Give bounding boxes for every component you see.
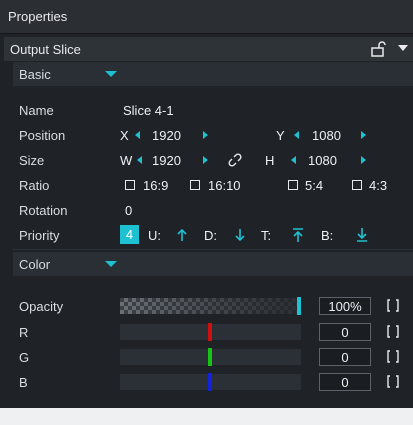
name-label: Name xyxy=(19,102,54,118)
priority-value-badge[interactable]: 4 xyxy=(120,225,139,244)
priority-t-label: T: xyxy=(261,227,272,243)
panel-title: Properties xyxy=(8,9,68,24)
ratio-row: Ratio 16:9 16:10 5:4 4:3 xyxy=(13,173,413,197)
position-y-increment-icon[interactable] xyxy=(361,131,366,139)
link-aspect-icon[interactable] xyxy=(228,153,242,167)
size-h-value[interactable]: 1080 xyxy=(308,153,337,168)
send-to-bottom-icon[interactable] xyxy=(356,227,368,243)
ratio-16-10-label: 16:10 xyxy=(208,177,241,193)
ratio-16-9-label: 16:9 xyxy=(143,177,169,193)
color-section-label: Color xyxy=(19,256,51,272)
opacity-label: Opacity xyxy=(19,298,64,314)
arrow-down-icon[interactable] xyxy=(235,228,245,242)
collapse-caret-icon[interactable] xyxy=(398,45,408,51)
green-reset-icon[interactable] xyxy=(387,350,399,363)
ratio-16-10-checkbox[interactable] xyxy=(190,180,200,190)
rotation-label: Rotation xyxy=(19,202,68,218)
output-slice-header[interactable]: Output Slice xyxy=(4,37,413,61)
properties-panel: Properties Output Slice Basic Name Slice… xyxy=(0,0,413,408)
red-input[interactable]: 0 xyxy=(319,323,371,341)
blue-label: B xyxy=(19,374,28,390)
opacity-row: Opacity 100% xyxy=(13,294,413,318)
size-row: Size W 1920 H 1080 xyxy=(13,148,413,172)
position-row: Position X 1920 Y 1080 xyxy=(13,123,413,147)
color-expand-icon[interactable] xyxy=(105,261,117,267)
ratio-label: Ratio xyxy=(19,177,50,193)
basic-section-header[interactable]: Basic xyxy=(13,62,413,86)
basic-expand-icon[interactable] xyxy=(105,71,117,77)
name-row: Name Slice 4-1 xyxy=(13,98,413,122)
ratio-4-3-checkbox[interactable] xyxy=(352,180,362,190)
red-row: R 0 xyxy=(13,320,413,344)
output-slice-title: Output Slice xyxy=(10,41,81,57)
priority-row: Priority 4 U: D: T: B: xyxy=(13,223,413,247)
size-h-label: H xyxy=(265,152,275,168)
section-divider xyxy=(13,249,413,250)
blue-row: B 0 xyxy=(13,370,413,394)
position-x-label: X xyxy=(120,127,129,143)
size-label: Size xyxy=(19,152,45,168)
position-x-increment-icon[interactable] xyxy=(203,131,208,139)
blue-slider-thumb[interactable] xyxy=(208,373,212,391)
position-x-value[interactable]: 1920 xyxy=(152,128,181,143)
position-x-decrement-icon[interactable] xyxy=(135,131,140,139)
size-w-value[interactable]: 1920 xyxy=(152,153,181,168)
size-w-label: W xyxy=(120,152,133,168)
opacity-input[interactable]: 100% xyxy=(319,297,371,315)
position-y-decrement-icon[interactable] xyxy=(294,131,299,139)
panel-titlebar: Properties xyxy=(0,0,413,34)
color-section-header[interactable]: Color xyxy=(13,252,413,276)
green-input[interactable]: 0 xyxy=(319,348,371,366)
blue-input[interactable]: 0 xyxy=(319,373,371,391)
size-w-increment-icon[interactable] xyxy=(203,156,208,164)
ratio-5-4-label: 5:4 xyxy=(305,177,324,193)
unlock-icon[interactable] xyxy=(370,40,386,58)
size-h-decrement-icon[interactable] xyxy=(291,156,296,164)
ratio-16-9-checkbox[interactable] xyxy=(125,180,135,190)
rotation-value[interactable]: 0 xyxy=(125,203,132,218)
blue-reset-icon[interactable] xyxy=(387,375,399,388)
red-slider-thumb[interactable] xyxy=(208,323,212,341)
priority-label: Priority xyxy=(19,227,60,243)
ratio-4-3-label: 4:3 xyxy=(369,177,388,193)
position-label: Position xyxy=(19,127,66,143)
basic-section-label: Basic xyxy=(19,66,51,82)
arrow-up-icon[interactable] xyxy=(177,228,187,242)
size-w-decrement-icon[interactable] xyxy=(137,156,142,164)
red-label: R xyxy=(19,324,29,340)
bring-to-top-icon[interactable] xyxy=(292,227,304,243)
green-slider-thumb[interactable] xyxy=(208,348,212,366)
size-h-increment-icon[interactable] xyxy=(361,156,366,164)
opacity-reset-icon[interactable] xyxy=(387,299,399,312)
position-y-label: Y xyxy=(276,127,285,143)
priority-d-label: D: xyxy=(204,227,217,243)
opacity-slider[interactable] xyxy=(120,298,301,314)
green-row: G 0 xyxy=(13,345,413,369)
priority-b-label: B: xyxy=(321,227,334,243)
ratio-5-4-checkbox[interactable] xyxy=(288,180,298,190)
priority-u-label: U: xyxy=(148,227,161,243)
green-label: G xyxy=(19,349,30,365)
rotation-row: Rotation 0 xyxy=(13,198,413,222)
name-value[interactable]: Slice 4-1 xyxy=(123,103,174,118)
red-reset-icon[interactable] xyxy=(387,325,399,338)
opacity-slider-thumb[interactable] xyxy=(297,297,301,315)
position-y-value[interactable]: 1080 xyxy=(312,128,341,143)
